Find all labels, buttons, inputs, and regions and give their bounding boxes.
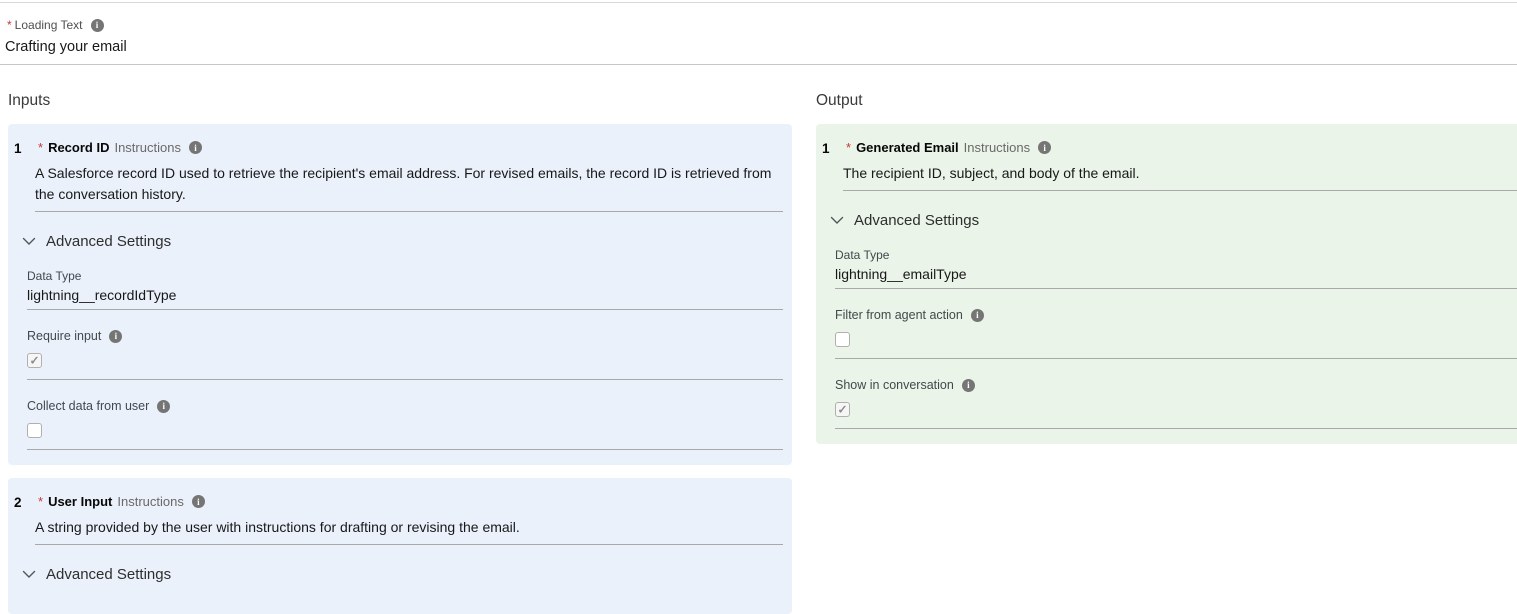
instructions-input[interactable]: A Salesforce record ID used to retrieve … [35, 163, 783, 212]
collect-data-label: Collect data from user [27, 399, 150, 413]
require-input-field: Require input i [27, 329, 783, 380]
info-icon[interactable]: i [188, 141, 202, 154]
require-input-label: Require input [27, 329, 102, 343]
collect-data-from-user-checkbox[interactable] [27, 423, 42, 438]
field-name: Record ID [48, 140, 110, 155]
output-column: Output 1 * Generated Email Instructions … [816, 92, 1517, 614]
loading-text-label-text: Loading Text [14, 18, 83, 32]
show-in-conversation-field: Show in conversation i [835, 378, 1517, 429]
info-icon[interactable]: i [961, 378, 975, 392]
loading-text-input[interactable]: Crafting your email [0, 39, 1517, 65]
field-label-row: * Record ID Instructions i [38, 140, 792, 155]
advanced-settings-label: Advanced Settings [46, 566, 172, 583]
top-divider [0, 2, 1517, 3]
output-card-generated-email: 1 * Generated Email Instructions i The r… [816, 124, 1517, 444]
field-label-row: * User Input Instructions i [38, 494, 792, 509]
required-asterisk: * [7, 18, 12, 32]
chevron-down-icon [22, 570, 36, 578]
data-type-value: lightning__emailType [835, 266, 1517, 289]
advanced-settings-toggle[interactable]: Advanced Settings [22, 233, 792, 250]
show-in-conversation-label: Show in conversation [835, 378, 954, 392]
info-icon[interactable]: i [157, 399, 171, 413]
input-card-user-input: 2 * User Input Instructions i A string p… [8, 478, 792, 614]
loading-text-field: * Loading Text i Crafting your email [0, 18, 1517, 65]
info-icon[interactable]: i [191, 495, 205, 508]
advanced-settings-toggle[interactable]: Advanced Settings [22, 566, 792, 583]
item-number: 1 [822, 141, 830, 156]
chevron-down-icon [22, 237, 36, 245]
advanced-settings-label: Advanced Settings [854, 212, 980, 229]
advanced-settings-label: Advanced Settings [46, 233, 172, 250]
input-card-record-id: 1 * Record ID Instructions i A Salesforc… [8, 124, 792, 465]
advanced-settings-toggle[interactable]: Advanced Settings [830, 212, 1517, 229]
required-asterisk: * [38, 494, 44, 509]
field-suffix: Instructions [963, 140, 1031, 155]
instructions-input[interactable]: The recipient ID, subject, and body of t… [843, 163, 1517, 191]
output-heading: Output [816, 92, 863, 109]
data-type-label: Data Type [835, 248, 890, 262]
info-icon[interactable]: i [109, 329, 123, 343]
field-suffix: Instructions [117, 494, 184, 509]
info-icon[interactable]: i [970, 308, 984, 322]
data-type-field: Data Type lightning__emailType [835, 248, 1517, 289]
field-label-row: * Generated Email Instructions i [846, 140, 1517, 155]
required-asterisk: * [38, 140, 44, 155]
field-name: User Input [48, 494, 113, 509]
inputs-column: Inputs 1 * Record ID Instructions i A Sa… [8, 92, 792, 614]
item-number: 2 [14, 495, 22, 510]
field-suffix: Instructions [114, 140, 181, 155]
loading-text-label: * Loading Text i [7, 18, 1517, 32]
item-number: 1 [14, 141, 22, 156]
filter-from-agent-action-checkbox[interactable] [835, 332, 850, 347]
instructions-input[interactable]: A string provided by the user with instr… [35, 517, 783, 545]
data-type-field: Data Type lightning__recordIdType [27, 269, 783, 310]
show-in-conversation-checkbox[interactable] [835, 402, 850, 417]
required-asterisk: * [846, 140, 852, 155]
filter-from-agent-action-label: Filter from agent action [835, 308, 963, 322]
data-type-value: lightning__recordIdType [27, 287, 783, 310]
collect-data-field: Collect data from user i [27, 399, 783, 450]
require-input-checkbox[interactable] [27, 353, 42, 368]
filter-from-agent-action-field: Filter from agent action i [835, 308, 1517, 359]
chevron-down-icon [830, 216, 844, 224]
info-icon[interactable]: i [90, 18, 104, 32]
inputs-heading: Inputs [8, 92, 51, 109]
data-type-label: Data Type [27, 269, 82, 283]
field-name: Generated Email [856, 140, 959, 155]
info-icon[interactable]: i [1038, 141, 1052, 154]
config-columns: Inputs 1 * Record ID Instructions i A Sa… [0, 92, 1517, 614]
